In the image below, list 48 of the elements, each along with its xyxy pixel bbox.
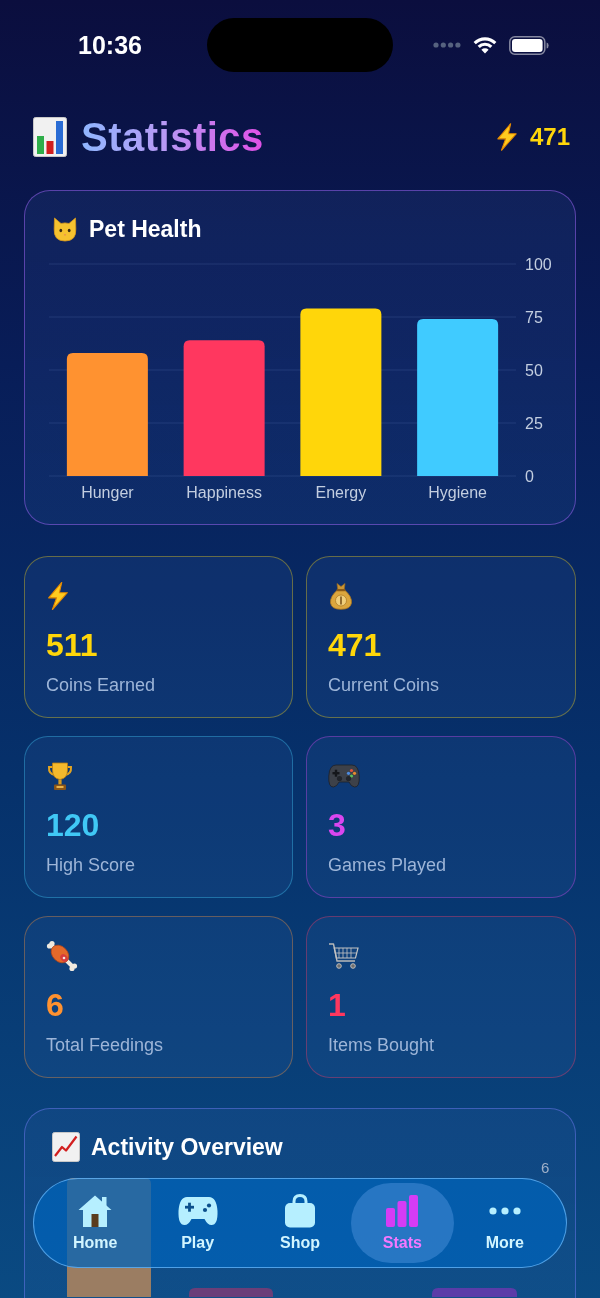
home-icon: [77, 1194, 114, 1228]
axis-label: 25: [525, 414, 543, 432]
lightning-icon: [495, 123, 518, 151]
stat-label: Total Feedings: [46, 1034, 164, 1056]
stat-value: 120: [46, 806, 100, 844]
stat-label: Games Played: [328, 854, 447, 876]
gamepad-icon: [177, 1196, 218, 1226]
card-title: Pet Health: [89, 215, 202, 243]
meat-on-bone-icon: [46, 940, 78, 972]
axis-label: Happiness: [186, 483, 262, 501]
axis-label: 6: [541, 1161, 550, 1175]
gamepad-icon: [328, 763, 360, 789]
stat-label: High Score: [46, 854, 136, 876]
card-title: Activity Overview: [91, 1133, 283, 1161]
stat-value: 6: [46, 986, 64, 1024]
coin-count: 471: [529, 123, 570, 151]
status-time: 10:36: [78, 30, 142, 60]
signal-icon: [433, 42, 461, 48]
tab[interactable]: Home: [44, 1183, 147, 1263]
stat-label: Items Bought: [328, 1034, 435, 1056]
stat-label: Coins Earned: [46, 674, 156, 696]
tab[interactable]: Shop: [248, 1183, 352, 1263]
axis-label: 0: [525, 467, 534, 485]
axis-label: Hygiene: [428, 483, 487, 501]
money-bag-icon: [328, 582, 354, 610]
stat-value: 3: [328, 806, 346, 844]
stat-value: 1: [328, 986, 346, 1024]
axis-label: 100: [525, 256, 552, 273]
cat-face-icon: [52, 216, 78, 242]
bar-chart-icon: [33, 117, 67, 157]
stat-value: 471: [328, 626, 382, 664]
axis-label: 50: [525, 361, 543, 379]
stat-label: Current Coins: [328, 674, 440, 696]
bar-chart-icon: [385, 1194, 420, 1228]
axis-label: Energy: [315, 483, 367, 501]
battery-icon: [509, 35, 549, 55]
shopping-bag-icon: [284, 1194, 316, 1228]
stat-value: 511: [46, 626, 98, 664]
axis-label: 75: [525, 308, 543, 326]
lightning-icon: [46, 582, 70, 610]
line-chart-icon: [52, 1132, 80, 1162]
tab[interactable]: More: [453, 1183, 557, 1263]
trophy-icon: [46, 761, 74, 791]
axis-label: Hunger: [81, 483, 134, 501]
tab[interactable]: Play: [146, 1183, 249, 1263]
wifi-icon: [473, 36, 497, 54]
more-icon: [488, 1207, 521, 1215]
shopping-cart-icon: [328, 941, 360, 971]
